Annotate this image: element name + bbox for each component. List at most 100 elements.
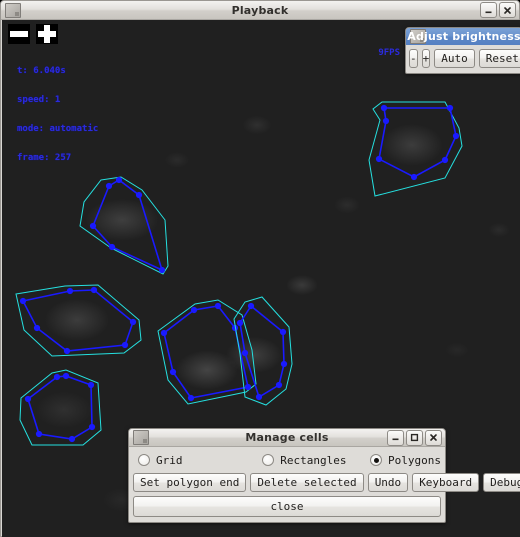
- window-icon: [410, 29, 426, 44]
- polygon-vertex-handle[interactable]: [35, 430, 43, 438]
- set-polygon-end-button[interactable]: Set polygon end: [133, 473, 247, 492]
- playback-window: Playback t: 6.040s speed: 1 mode: automa…: [0, 0, 520, 537]
- cell-polygon[interactable]: [21, 289, 134, 352]
- polygon-vertex-handle[interactable]: [375, 155, 383, 163]
- polygon-vertex-handle[interactable]: [89, 222, 97, 230]
- window-icon: [133, 430, 149, 445]
- zoom-controls: [8, 24, 58, 44]
- cell-polygon[interactable]: [378, 107, 457, 178]
- manage-cells-body: Grid Rectangles Polygons Set polygon end…: [129, 447, 520, 521]
- polygon-vertex-handle[interactable]: [105, 182, 113, 190]
- adjust-brightness-dialog: Adjust brightness - + Auto Reset: [405, 27, 520, 74]
- annotation-mode-radio-group: Grid Rectangles Polygons: [133, 451, 441, 469]
- hud-line-mode: mode: automatic: [17, 123, 99, 134]
- radio-option-grid[interactable]: Grid: [133, 454, 262, 467]
- zoom-out-icon[interactable]: [8, 24, 30, 44]
- close-button[interactable]: close: [133, 496, 441, 517]
- polygon-vertex-handle[interactable]: [380, 104, 388, 112]
- brightness-decrease-button[interactable]: -: [409, 49, 418, 68]
- radio-option-polygons[interactable]: Polygons: [370, 454, 441, 467]
- polygon-vertex-handle[interactable]: [68, 435, 76, 443]
- polygon-vertex-handle[interactable]: [24, 395, 32, 403]
- window-controls: [480, 2, 516, 18]
- cell-outer-contour: [19, 369, 102, 446]
- polygon-vertex-handle[interactable]: [108, 243, 116, 251]
- polygon-vertex-handle[interactable]: [158, 266, 166, 274]
- manage-cells-window-controls: [387, 429, 442, 446]
- cell-annotation-cell-center-left[interactable]: [157, 299, 257, 405]
- radio-button-grid[interactable]: [138, 454, 150, 466]
- polygon-vertex-handle[interactable]: [190, 306, 198, 314]
- polygon-vertex-handle[interactable]: [236, 319, 244, 327]
- radio-label-grid: Grid: [156, 453, 183, 467]
- minimize-icon[interactable]: [480, 2, 497, 18]
- polygon-vertex-handle[interactable]: [53, 373, 61, 381]
- polygon-vertex-handle[interactable]: [382, 117, 390, 125]
- polygon-vertex-handle[interactable]: [280, 360, 288, 368]
- close-icon[interactable]: [425, 429, 442, 446]
- polygon-vertex-handle[interactable]: [452, 132, 460, 140]
- cell-annotation-cell-upper-left[interactable]: [79, 176, 169, 275]
- radio-button-rectangles[interactable]: [262, 454, 275, 466]
- keyboard-button[interactable]: Keyboard: [412, 473, 480, 492]
- cell-annotation-cell-mid-left[interactable]: [15, 284, 142, 357]
- polygon-vertex-handle[interactable]: [441, 156, 449, 164]
- hud-line-frame: frame: 257: [17, 152, 72, 163]
- polygon-vertex-handle[interactable]: [88, 423, 96, 431]
- delete-selected-button[interactable]: Delete selected: [250, 473, 364, 492]
- polygon-vertex-handle[interactable]: [275, 381, 283, 389]
- polygon-vertex-handle[interactable]: [121, 341, 129, 349]
- polygon-vertex-handle[interactable]: [279, 328, 287, 336]
- window-titlebar[interactable]: Playback: [1, 1, 519, 20]
- polygon-vertex-handle[interactable]: [169, 368, 177, 376]
- cell-annotation-cell-top-right[interactable]: [368, 101, 463, 197]
- polygon-vertex-handle[interactable]: [63, 347, 71, 355]
- polygon-vertex-handle[interactable]: [87, 381, 95, 389]
- manage-cells-titlebar[interactable]: Manage cells: [129, 429, 445, 447]
- minimize-icon[interactable]: [387, 429, 404, 446]
- manage-cells-dialog: Manage cells Grid Rectangles Polygons Se…: [128, 428, 520, 523]
- polygon-vertex-handle[interactable]: [241, 349, 249, 357]
- maximize-icon[interactable]: [406, 429, 423, 446]
- polygon-vertex-handle[interactable]: [135, 191, 143, 199]
- cell-annotation-cell-bottom-left[interactable]: [19, 369, 102, 446]
- cell-polygon[interactable]: [27, 375, 93, 440]
- polygon-vertex-handle[interactable]: [115, 176, 123, 184]
- polygon-vertex-handle[interactable]: [214, 302, 222, 310]
- zoom-in-icon[interactable]: [36, 24, 58, 44]
- brightness-dialog-body: - + Auto Reset: [406, 45, 520, 72]
- brightness-dialog-titlebar[interactable]: Adjust brightness: [406, 28, 520, 45]
- window-icon: [5, 2, 21, 18]
- polygon-vertex-handle[interactable]: [33, 324, 41, 332]
- brightness-increase-button[interactable]: +: [421, 49, 431, 68]
- polygon-vertex-handle[interactable]: [19, 297, 27, 305]
- polygon-vertex-handle[interactable]: [446, 104, 454, 112]
- polygon-vertex-handle[interactable]: [160, 329, 168, 337]
- window-title: Playback: [231, 3, 289, 17]
- polygon-vertex-handle[interactable]: [62, 372, 70, 380]
- polygon-vertex-handle[interactable]: [90, 286, 98, 294]
- polygon-vertex-handle[interactable]: [255, 393, 263, 401]
- brightness-reset-button[interactable]: Reset: [478, 49, 520, 68]
- manage-cells-action-row: Set polygon end Delete selected Undo Key…: [133, 473, 520, 492]
- polygon-vertex-handle[interactable]: [129, 318, 137, 326]
- fps-indicator: 9FPS: [378, 48, 400, 58]
- radio-label-rectangles: Rectangles: [280, 453, 347, 467]
- cell-polygon[interactable]: [163, 305, 249, 399]
- polygon-vertex-handle[interactable]: [244, 383, 252, 391]
- polygon-vertex-handle[interactable]: [187, 394, 195, 402]
- hud-line-speed: speed: 1: [17, 94, 61, 105]
- hud-line-time: t: 6.040s: [17, 66, 66, 77]
- close-icon[interactable]: [499, 2, 516, 18]
- brightness-auto-button[interactable]: Auto: [434, 49, 475, 68]
- radio-button-polygons[interactable]: [370, 454, 383, 466]
- polygon-vertex-handle[interactable]: [247, 302, 255, 310]
- undo-button[interactable]: Undo: [367, 473, 409, 492]
- debug-button[interactable]: Debug: [483, 473, 520, 492]
- radio-label-polygons: Polygons: [388, 453, 441, 467]
- radio-option-rectangles[interactable]: Rectangles: [262, 454, 370, 467]
- cell-outer-contour: [368, 101, 463, 197]
- playback-hud-text: t: 6.040s speed: 1 mode: automatic frame…: [17, 48, 98, 182]
- polygon-vertex-handle[interactable]: [410, 173, 418, 181]
- polygon-vertex-handle[interactable]: [66, 287, 74, 295]
